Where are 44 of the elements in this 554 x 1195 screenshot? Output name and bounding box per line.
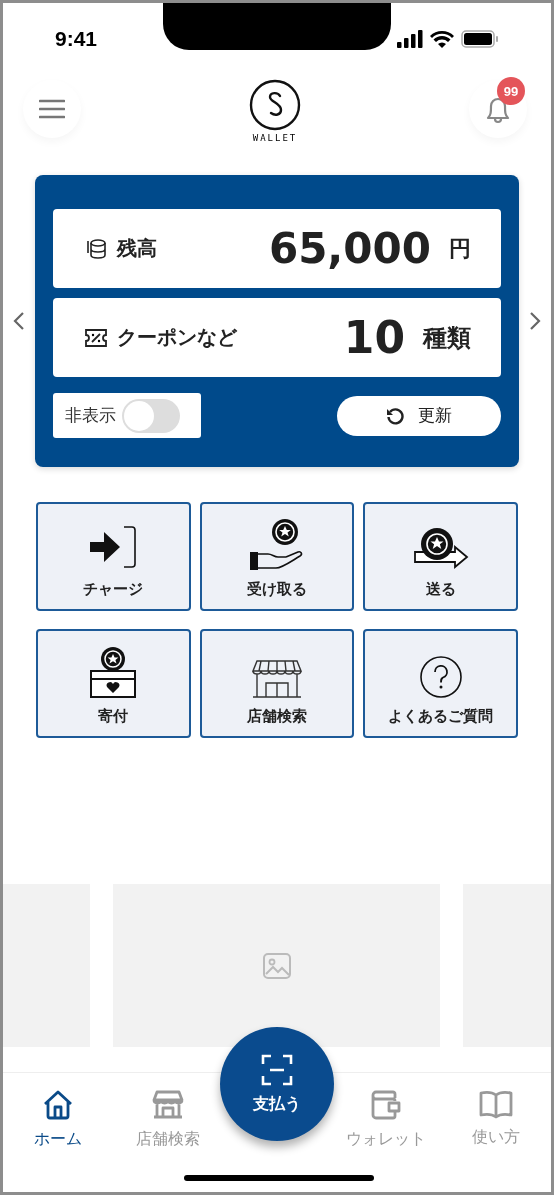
signal-icon bbox=[397, 30, 423, 48]
menu-icon bbox=[39, 98, 65, 120]
book-icon bbox=[479, 1089, 513, 1119]
store-icon bbox=[152, 1089, 184, 1121]
scan-icon bbox=[261, 1053, 293, 1086]
pay-button[interactable]: 支払う bbox=[220, 1027, 334, 1141]
logo-icon bbox=[249, 79, 301, 131]
action-tile[interactable]: 店舗検索 bbox=[199, 629, 355, 738]
notification-button[interactable]: 99 bbox=[469, 80, 527, 138]
storefront-icon bbox=[252, 659, 302, 699]
action-tile[interactable]: 寄付 bbox=[36, 629, 191, 738]
ticket-icon bbox=[85, 328, 107, 347]
toggle-switch[interactable] bbox=[122, 398, 180, 433]
wifi-icon bbox=[430, 30, 454, 48]
row-unit: 種類 bbox=[423, 322, 471, 354]
row-value: 65,000 bbox=[268, 224, 431, 273]
action-tile[interactable]: 送る bbox=[363, 502, 518, 611]
notification-badge: 99 bbox=[497, 77, 525, 105]
question-circle-icon bbox=[418, 655, 463, 699]
hand-coin-icon bbox=[249, 518, 305, 572]
row-value: 10 bbox=[343, 312, 405, 363]
tab-item[interactable]: ホーム bbox=[3, 1089, 113, 1153]
wallet-icon bbox=[370, 1089, 402, 1121]
chevron-right-icon[interactable] bbox=[529, 311, 541, 331]
refresh-icon bbox=[386, 406, 404, 425]
row-label: 残高 bbox=[117, 235, 158, 262]
action-tile[interactable]: 受け取る bbox=[199, 502, 355, 611]
balance-row[interactable]: クーポンなど 10 種類 bbox=[53, 298, 501, 377]
banner-placeholder[interactable] bbox=[113, 884, 440, 1047]
coins-icon bbox=[85, 237, 107, 260]
refresh-button[interactable]: 更新 bbox=[337, 395, 501, 436]
donation-box-icon bbox=[88, 645, 139, 699]
hide-label: 非表示 bbox=[65, 404, 116, 427]
battery-icon bbox=[461, 30, 499, 48]
row-label: クーポンなど bbox=[117, 324, 238, 351]
balance-row[interactable]: 残高 65,000 円 bbox=[53, 209, 501, 288]
home-icon bbox=[42, 1089, 74, 1121]
action-tile[interactable]: チャージ bbox=[36, 502, 191, 611]
action-tile[interactable]: よくあるご質問 bbox=[363, 629, 518, 738]
chevron-left-icon[interactable] bbox=[13, 311, 25, 331]
status-time: 9:41 bbox=[55, 27, 98, 51]
row-unit: 円 bbox=[449, 234, 471, 263]
logo-text: WALLET bbox=[252, 133, 298, 143]
image-icon bbox=[262, 952, 291, 979]
